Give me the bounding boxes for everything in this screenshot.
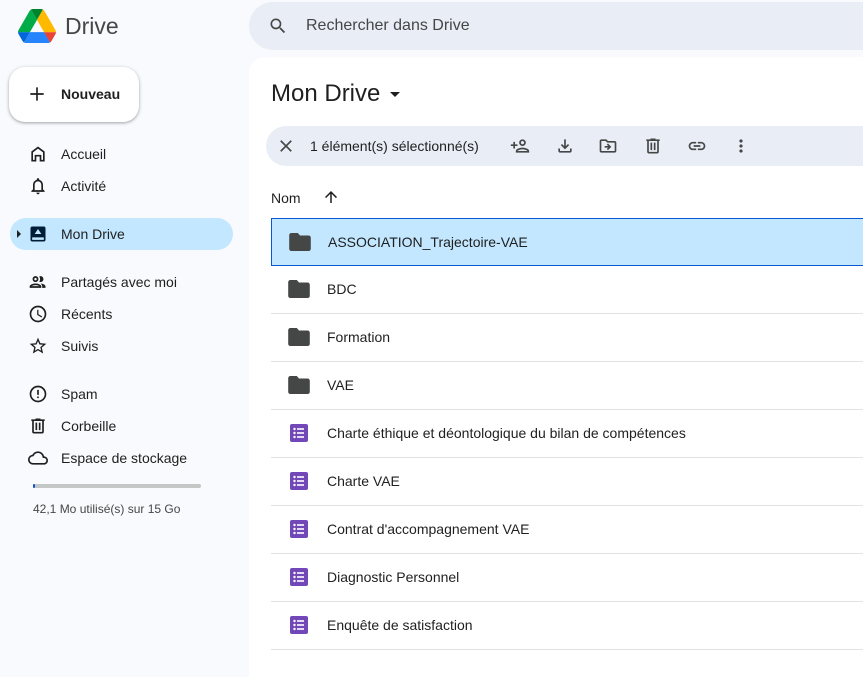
- folder-icon: [289, 233, 311, 251]
- drive-logo-icon: [18, 9, 56, 43]
- new-button[interactable]: Nouveau: [9, 67, 139, 122]
- file-row[interactable]: Enquête de satisfaction: [271, 602, 863, 650]
- search-input[interactable]: Rechercher dans Drive: [306, 17, 470, 35]
- file-row[interactable]: Charte éthique et déontologique du bilan…: [271, 410, 863, 458]
- download-icon[interactable]: [555, 136, 575, 156]
- google-forms-icon: [290, 520, 308, 538]
- file-name: Charte éthique et déontologique du bilan…: [327, 425, 686, 441]
- spam-icon: [29, 385, 47, 403]
- move-to-folder-icon[interactable]: [598, 136, 618, 156]
- selection-toolbar: 1 élément(s) sélectionné(s): [266, 126, 863, 166]
- column-header-name[interactable]: Nom: [271, 190, 301, 206]
- delete-icon[interactable]: [643, 136, 663, 156]
- file-row[interactable]: Diagnostic Personnel: [271, 554, 863, 602]
- sidebar-item-spam[interactable]: Spam: [0, 378, 240, 410]
- file-row[interactable]: VAE: [271, 362, 863, 410]
- share-add-person-icon[interactable]: [510, 136, 530, 156]
- file-row[interactable]: Formation: [271, 314, 863, 362]
- my-drive-icon: [30, 226, 46, 242]
- file-name: Diagnostic Personnel: [327, 569, 460, 585]
- folder-icon: [288, 328, 310, 346]
- google-forms-icon: [290, 424, 308, 442]
- bell-icon: [31, 178, 45, 195]
- file-row[interactable]: ASSOCIATION_Trajectoire-VAE: [271, 218, 863, 266]
- sidebar-item-trash[interactable]: Corbeille: [0, 410, 240, 442]
- app-name: Drive: [65, 12, 119, 39]
- storage-progress-fill: [33, 484, 35, 488]
- sidebar-item-activity[interactable]: Activité: [0, 170, 240, 202]
- search-bar[interactable]: Rechercher dans Drive: [249, 2, 863, 50]
- home-icon: [31, 146, 45, 162]
- file-row[interactable]: Contrat d'accompagnement VAE: [271, 506, 863, 554]
- sort-arrow-up-icon[interactable]: [322, 188, 340, 206]
- plus-icon: [30, 87, 44, 101]
- google-forms-icon: [290, 472, 308, 490]
- expand-caret-icon[interactable]: [17, 230, 21, 238]
- sidebar-item-my-drive[interactable]: Mon Drive: [0, 218, 240, 250]
- more-vert-icon[interactable]: [731, 136, 751, 156]
- file-name: Formation: [327, 329, 391, 345]
- storage-usage-text: 42,1 Mo utilisé(s) sur 15 Go: [33, 502, 181, 516]
- file-name: Enquête de satisfaction: [327, 617, 473, 633]
- selection-count: 1 élément(s) sélectionné(s): [310, 138, 479, 154]
- file-name: ASSOCIATION_Trajectoire-VAE: [328, 234, 528, 250]
- sidebar-item-shared[interactable]: Partagés avec moi: [0, 266, 240, 298]
- sidebar-item-home[interactable]: Accueil: [0, 138, 240, 170]
- file-name: BDC: [327, 281, 357, 297]
- sidebar-item-label: Activité: [61, 178, 107, 194]
- file-name: Charte VAE: [327, 473, 400, 489]
- file-row[interactable]: Charte VAE: [271, 458, 863, 506]
- file-name: VAE: [327, 377, 354, 393]
- people-icon: [29, 276, 46, 288]
- clock-icon: [29, 305, 47, 323]
- sidebar-item-label: Corbeille: [61, 418, 117, 434]
- sidebar-item-label: Espace de stockage: [61, 450, 188, 466]
- drive-logo[interactable]: Drive: [18, 9, 119, 43]
- page-title[interactable]: Mon Drive: [271, 80, 401, 108]
- sidebar-item-label: Mon Drive: [61, 226, 125, 242]
- sidebar-item-starred[interactable]: Suivis: [0, 330, 240, 362]
- link-icon[interactable]: [687, 136, 707, 156]
- sidebar-item-label: Accueil: [61, 146, 107, 162]
- close-icon[interactable]: [276, 136, 296, 156]
- file-row[interactable]: BDC: [271, 266, 863, 314]
- search-icon[interactable]: [268, 16, 288, 36]
- sidebar-item-storage[interactable]: Espace de stockage: [0, 442, 240, 474]
- page-title-text: Mon Drive: [271, 80, 381, 107]
- star-icon: [29, 337, 47, 354]
- file-name: Contrat d'accompagnement VAE: [327, 521, 530, 537]
- sidebar-item-label: Spam: [61, 386, 98, 402]
- sidebar-item-label: Récents: [61, 306, 113, 322]
- dropdown-arrow-icon: [390, 91, 401, 97]
- google-forms-icon: [290, 568, 308, 586]
- sidebar-item-label: Suivis: [61, 338, 99, 354]
- folder-icon: [288, 280, 310, 298]
- cloud-icon: [28, 451, 48, 465]
- folder-icon: [288, 376, 310, 394]
- new-button-label: Nouveau: [61, 86, 121, 102]
- storage-progress-bar: [33, 484, 201, 488]
- sidebar-item-recent[interactable]: Récents: [0, 298, 240, 330]
- google-forms-icon: [290, 616, 308, 634]
- trash-icon: [31, 418, 45, 434]
- sidebar-item-label: Partagés avec moi: [61, 274, 177, 290]
